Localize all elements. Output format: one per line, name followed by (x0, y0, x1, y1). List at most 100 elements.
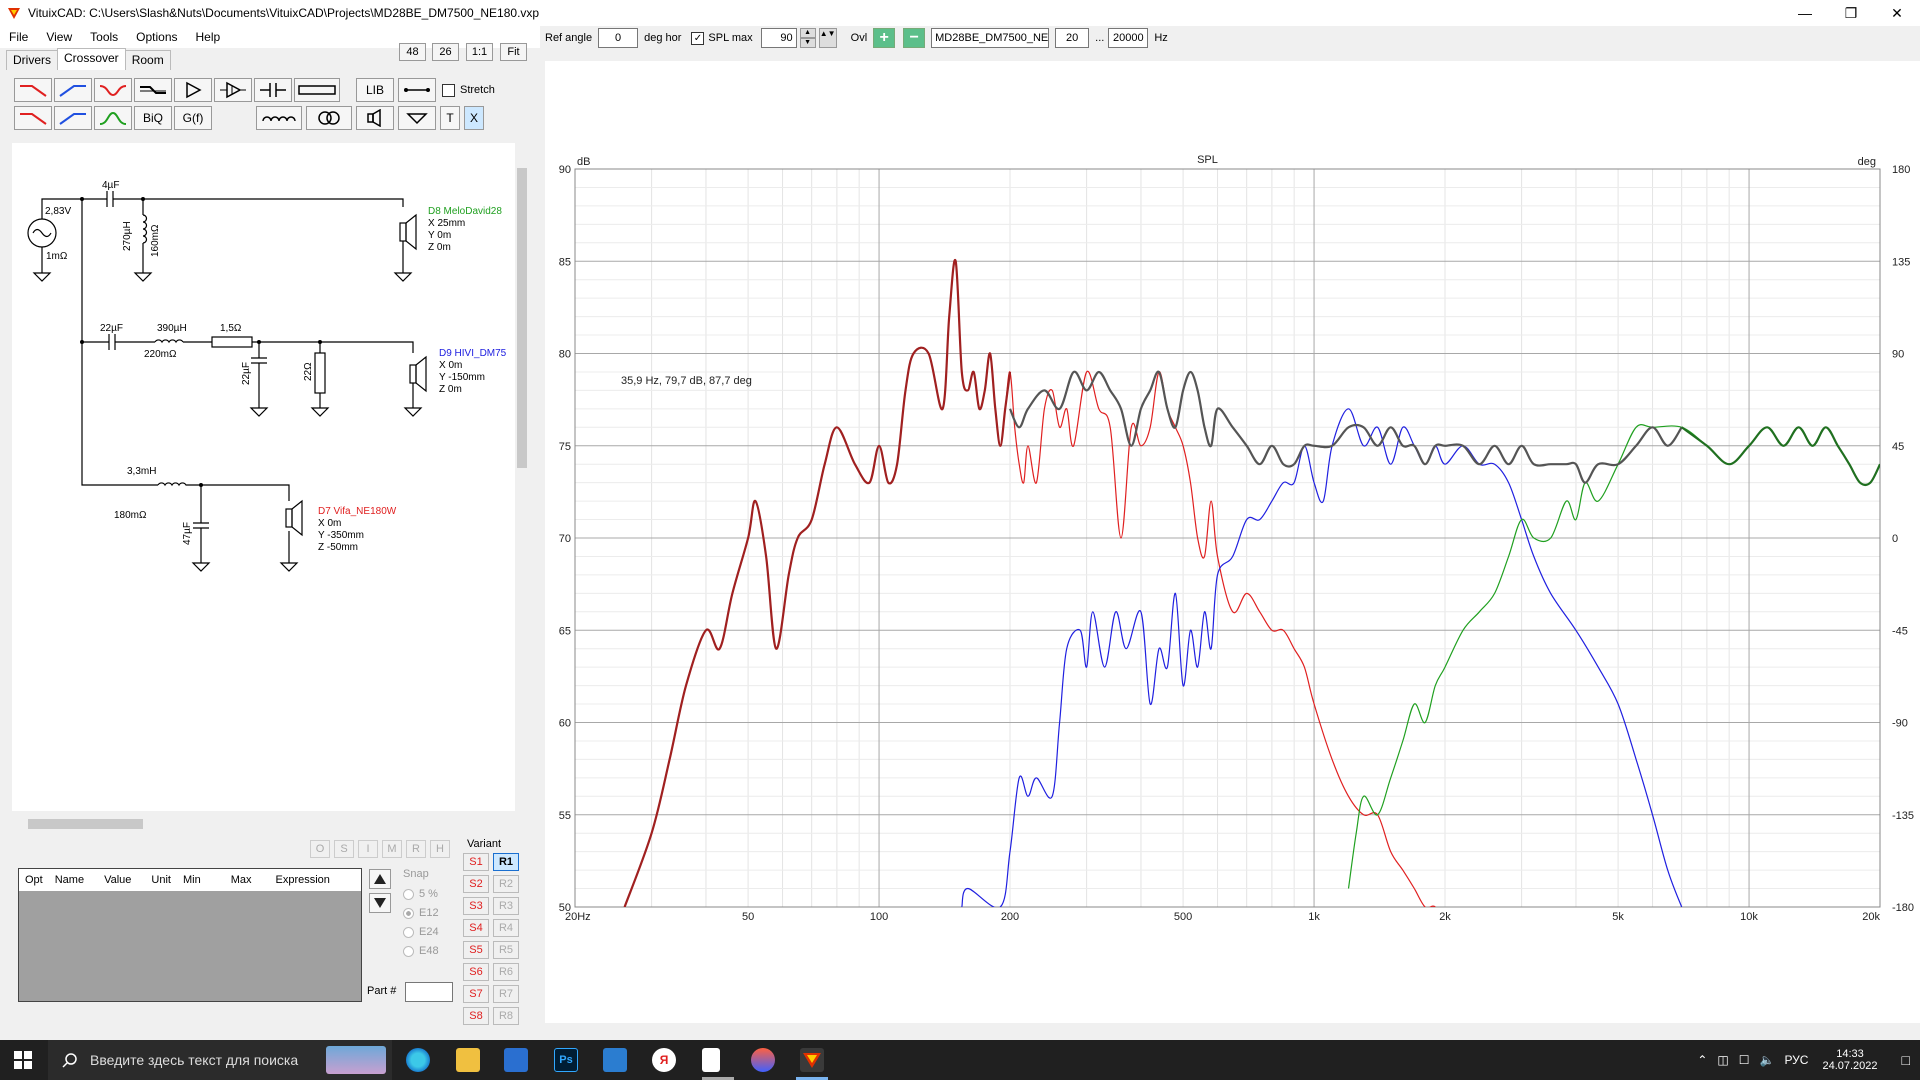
biquad-button[interactable]: BiQ (134, 106, 172, 130)
highpass-2-button[interactable] (54, 106, 92, 130)
capacitor-button[interactable] (254, 78, 292, 102)
menu-view[interactable]: View (37, 30, 81, 44)
bandpass-button[interactable] (94, 106, 132, 130)
ground-button[interactable] (398, 106, 436, 130)
o-button[interactable]: O (310, 840, 330, 858)
stretch-checkbox[interactable] (442, 84, 455, 97)
variant-s3-button[interactable]: S3 (463, 897, 489, 915)
yandex-icon[interactable]: Я (652, 1048, 676, 1072)
snap-e24[interactable]: E24 (403, 926, 439, 938)
mail-icon[interactable] (603, 1048, 627, 1072)
tray-app-icon[interactable]: ☐ (1739, 1053, 1750, 1067)
m-button[interactable]: M (382, 840, 402, 858)
s-button[interactable]: S (334, 840, 354, 858)
wire-button[interactable] (398, 78, 436, 102)
overlay-add-button[interactable]: + (873, 28, 896, 48)
minimize-icon[interactable]: — (1782, 0, 1828, 26)
variant-s4-button[interactable]: S4 (463, 919, 489, 937)
variant-s1-button[interactable]: S1 (463, 853, 489, 871)
volume-icon[interactable]: 🔈 (1759, 1053, 1774, 1067)
network-icon[interactable]: ◫ (1717, 1053, 1728, 1067)
schematic-hscroll[interactable] (12, 815, 515, 833)
ref-angle-input[interactable]: 0 (598, 28, 639, 48)
h-button[interactable]: H (430, 840, 450, 858)
highpass-1-button[interactable] (54, 78, 92, 102)
spin-up-icon[interactable]: ▲ (799, 28, 816, 38)
windows-start-icon[interactable] (14, 1051, 32, 1069)
variant-s6-button[interactable]: S6 (463, 963, 489, 981)
restore-icon[interactable]: ❐ (1828, 0, 1874, 26)
move-up-button[interactable] (369, 869, 391, 889)
zoom-1-1-button[interactable]: 1:1 (466, 43, 493, 61)
zoom-26-button[interactable]: 26 (432, 43, 459, 61)
vituixcad-taskbar-icon[interactable] (800, 1048, 824, 1072)
spl-auto-button[interactable]: ▲▼ (818, 28, 837, 48)
part-input[interactable] (405, 982, 453, 1002)
amplifier-button[interactable] (174, 78, 212, 102)
variant-s5-button[interactable]: S5 (463, 941, 489, 959)
variant-r1-button[interactable]: R1 (493, 853, 519, 871)
paint-icon[interactable] (751, 1048, 775, 1072)
snap-e48[interactable]: E48 (403, 945, 439, 957)
i-button[interactable]: I (358, 840, 378, 858)
variant-r6-button[interactable]: R6 (493, 963, 519, 981)
taskbar-search[interactable]: Введите здесь текст для поиска (48, 1040, 392, 1080)
freq-min-input[interactable]: 20 (1055, 28, 1090, 48)
snap-5pct[interactable]: 5 % (403, 888, 438, 900)
variant-s8-button[interactable]: S8 (463, 1007, 489, 1025)
menu-tools[interactable]: Tools (81, 30, 127, 44)
zoom-48-button[interactable]: 48 (399, 43, 426, 61)
photoshop-icon[interactable]: Ps (554, 1048, 578, 1072)
close-icon[interactable]: ✕ (1874, 0, 1920, 26)
freq-max-input[interactable]: 20000 (1108, 28, 1149, 48)
menu-file[interactable]: File (0, 30, 37, 44)
variant-s2-button[interactable]: S2 (463, 875, 489, 893)
gf-button[interactable]: G(f) (174, 106, 212, 130)
spl-max-input[interactable]: 90 (760, 28, 797, 48)
variant-s7-button[interactable]: S7 (463, 985, 489, 1003)
explorer-icon[interactable] (456, 1048, 480, 1072)
shelf-button[interactable] (134, 78, 172, 102)
clock[interactable]: 14:33 24.07.2022 (1822, 1048, 1877, 1072)
overlay-name-input[interactable]: MD28BE_DM7500_NE (931, 28, 1050, 48)
x-button[interactable]: X (464, 106, 484, 130)
snap-e12[interactable]: E12 (403, 907, 439, 919)
notifications-icon[interactable]: □ (1902, 1052, 1910, 1068)
variant-r5-button[interactable]: R5 (493, 941, 519, 959)
zoom-fit-button[interactable]: Fit (500, 43, 527, 61)
chart-panel[interactable]: 90 85 80 75 70 65 60 55 50 180 135 90 45 0 -45 -90 -135 -… (545, 61, 1920, 1023)
variant-r7-button[interactable]: R7 (493, 985, 519, 1003)
library-button[interactable]: LIB (356, 78, 394, 102)
edge-icon[interactable] (406, 1048, 430, 1072)
schematic-vscroll[interactable] (515, 143, 529, 815)
tab-drivers[interactable]: Drivers (6, 50, 58, 70)
keyboard-language[interactable]: РУС (1784, 1053, 1808, 1067)
spin-down-icon[interactable]: ▼ (799, 38, 816, 48)
resistor-button[interactable] (294, 78, 340, 102)
tray-chevron-icon[interactable]: ⌃ (1697, 1053, 1707, 1067)
inductor-button[interactable] (256, 106, 302, 130)
spl-max-checkbox[interactable]: ✓ (691, 31, 705, 45)
tab-room[interactable]: Room (124, 50, 171, 70)
document-icon[interactable] (702, 1048, 720, 1072)
variant-r2-button[interactable]: R2 (493, 875, 519, 893)
store-icon[interactable] (504, 1048, 528, 1072)
lowpass-1-button[interactable] (14, 78, 52, 102)
spl-spinner[interactable]: ▲ ▼ (799, 28, 816, 48)
variant-r3-button[interactable]: R3 (493, 897, 519, 915)
variant-r4-button[interactable]: R4 (493, 919, 519, 937)
r-button[interactable]: R (406, 840, 426, 858)
driver-button[interactable] (356, 106, 394, 130)
move-down-button[interactable] (369, 893, 391, 913)
lowpass-2-button[interactable] (14, 106, 52, 130)
menu-help[interactable]: Help (187, 30, 230, 44)
optimizer-table[interactable]: Opt Name Value Unit Min Max Expression (18, 868, 362, 1002)
menu-options[interactable]: Options (127, 30, 186, 44)
variant-r8-button[interactable]: R8 (493, 1007, 519, 1025)
schematic-canvas[interactable]: 2,83V 1mΩ 4µF 270µH 160mΩ D8 MeloDavid28… (12, 143, 515, 811)
buffer-button[interactable] (214, 78, 252, 102)
overlay-remove-button[interactable]: − (903, 28, 926, 48)
tab-crossover[interactable]: Crossover (57, 48, 126, 70)
notch-button[interactable] (94, 78, 132, 102)
transformer-button[interactable] (306, 106, 352, 130)
